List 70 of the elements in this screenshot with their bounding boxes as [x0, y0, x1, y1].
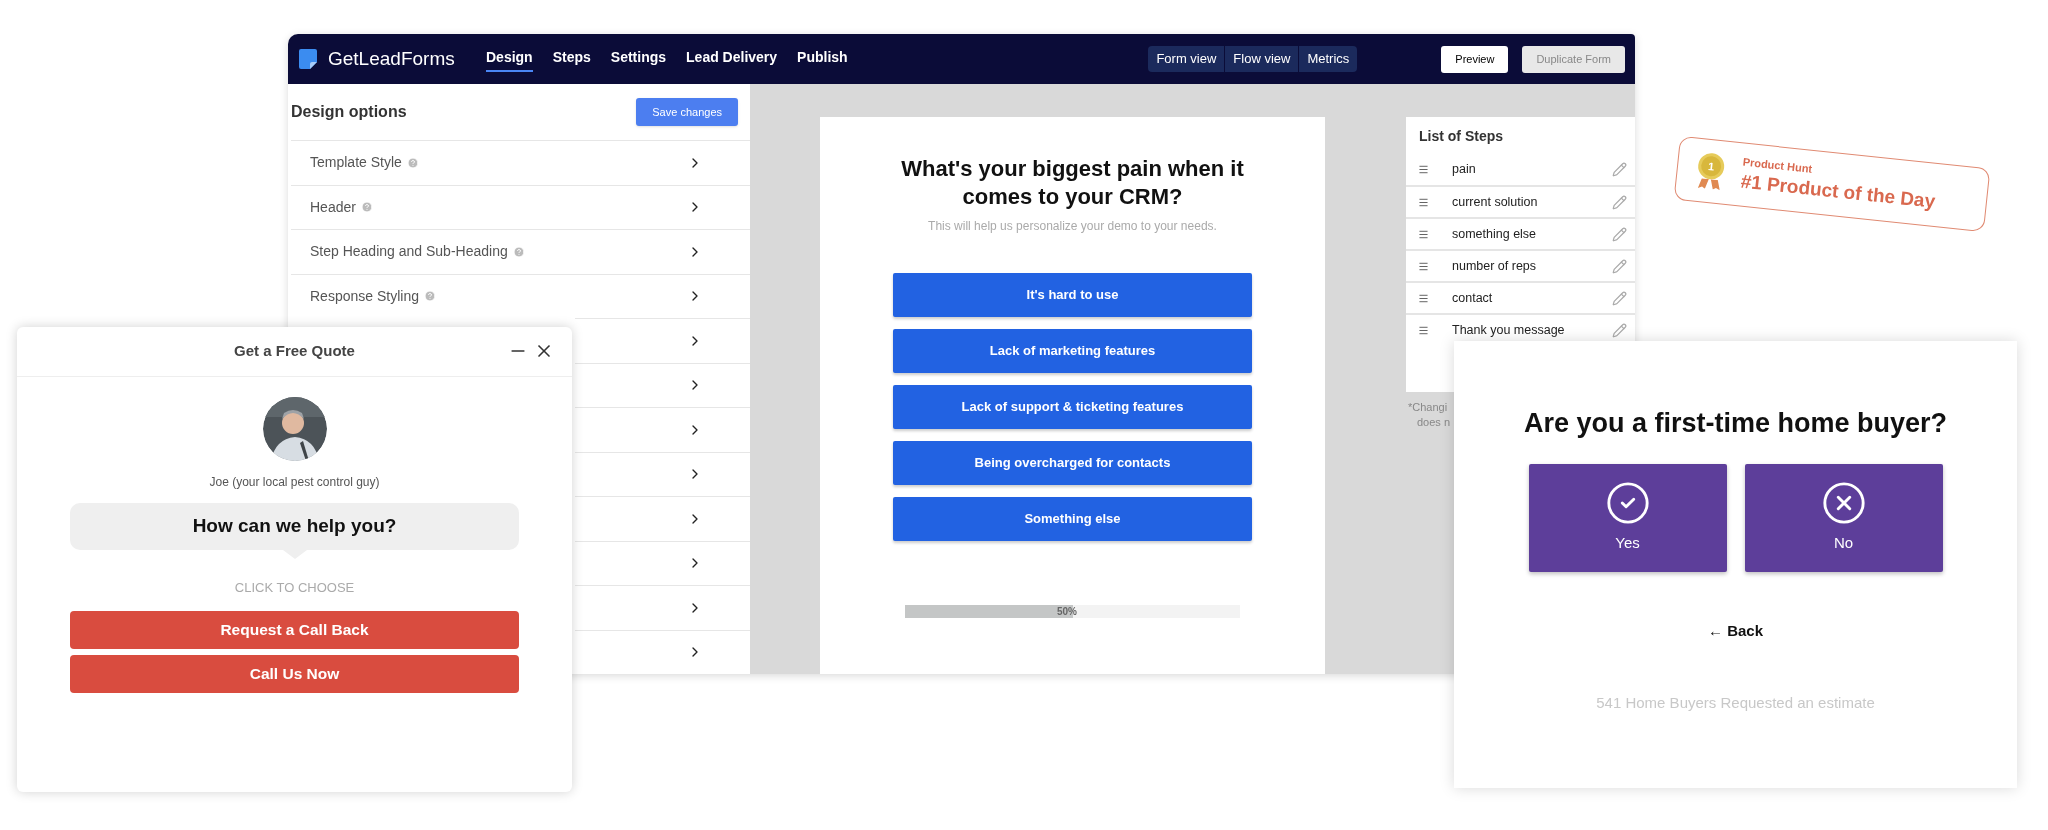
- choice-button[interactable]: No: [1744, 463, 1943, 572]
- panel-title: Design options: [291, 102, 407, 122]
- step-name: something else: [1452, 225, 1537, 243]
- option-label: Header: [310, 197, 356, 217]
- answer-button[interactable]: Lack of marketing features: [893, 329, 1252, 373]
- option-row[interactable]: Template Style: [291, 140, 750, 185]
- answer-button[interactable]: Being overcharged for contacts: [893, 441, 1252, 485]
- agent-name: Joe (your local pest control guy): [209, 474, 380, 491]
- pencil-icon[interactable]: [1612, 258, 1627, 274]
- option-label: Response Styling: [310, 286, 419, 306]
- step-name: current solution: [1452, 193, 1538, 211]
- choose-prompt: CLICK TO CHOOSE: [234, 579, 355, 597]
- widget-title: Get a Free Quote: [234, 341, 355, 362]
- nav-tab[interactable]: Publish: [797, 46, 848, 72]
- pencil-icon[interactable]: [1612, 226, 1627, 242]
- drag-handle-icon[interactable]: [1418, 228, 1429, 240]
- step-name: number of reps: [1452, 257, 1537, 275]
- answer-button[interactable]: Something else: [893, 497, 1252, 541]
- steps-title: List of Steps: [1418, 127, 1504, 146]
- step-row[interactable]: current solution: [1406, 185, 1635, 217]
- action-button[interactable]: Request a Call Back: [70, 610, 519, 649]
- pencil-icon[interactable]: [1612, 194, 1627, 210]
- view-tab[interactable]: Form view: [1148, 46, 1225, 72]
- option-label: Step Heading and Sub-Heading: [310, 242, 508, 262]
- drag-handle-icon[interactable]: [1418, 163, 1429, 175]
- form-subtitle: This will help us personalize your demo to your needs.: [928, 218, 1217, 235]
- step-row[interactable]: pain: [1406, 153, 1635, 185]
- answer-button[interactable]: Lack of support & ticketing features: [893, 385, 1252, 429]
- pencil-icon[interactable]: [1612, 322, 1627, 338]
- view-tab[interactable]: Metrics: [1298, 46, 1358, 72]
- back-link[interactable]: ← Back: [1708, 619, 1763, 642]
- check-circle-icon: [1604, 480, 1651, 527]
- x-circle-icon: [1820, 480, 1867, 527]
- preview-button[interactable]: Preview: [1441, 45, 1509, 73]
- drag-handle-icon[interactable]: [1418, 324, 1429, 336]
- choice-button[interactable]: Yes: [1528, 463, 1727, 572]
- logo-icon: [298, 48, 318, 70]
- option-row[interactable]: Response Styling: [291, 273, 750, 318]
- footnote-text: *Changi: [1408, 400, 1448, 415]
- answer-button[interactable]: It's hard to use: [893, 273, 1252, 317]
- medal: 1: [1696, 152, 1726, 181]
- step-row[interactable]: something else: [1406, 217, 1635, 249]
- question-title: Are you a first-time home buyer?: [1523, 407, 1948, 440]
- step-row[interactable]: number of reps: [1406, 249, 1635, 281]
- drag-handle-icon[interactable]: [1418, 292, 1429, 304]
- bubble-question: How can we help you?: [192, 514, 397, 539]
- progress-label: 50%: [1057, 605, 1077, 618]
- nav-tab[interactable]: Steps: [552, 46, 591, 72]
- badge-kicker: Product Hunt: [1742, 155, 1814, 176]
- option-row[interactable]: Header: [291, 184, 750, 229]
- view-tab[interactable]: Flow view: [1224, 46, 1299, 72]
- nav-tab[interactable]: Settings: [610, 46, 667, 72]
- step-name: pain: [1452, 160, 1476, 178]
- step-name: contact: [1452, 289, 1493, 307]
- drag-handle-icon[interactable]: [1418, 260, 1429, 272]
- nav-tab[interactable]: Design: [486, 46, 533, 72]
- step-row[interactable]: contact: [1406, 281, 1635, 313]
- drag-handle-icon[interactable]: [1418, 196, 1429, 208]
- save-changes-button[interactable]: Save changes: [636, 98, 738, 126]
- step-name: Thank you message: [1452, 321, 1565, 339]
- footnote-text: does n: [1416, 415, 1451, 430]
- form-title: What's your biggest pain when it comes to your CRM?: [900, 155, 1245, 211]
- option-row[interactable]: Step Heading and Sub-Heading: [291, 229, 750, 274]
- brand-name: GetLeadForms: [328, 46, 456, 71]
- pencil-icon[interactable]: [1612, 290, 1627, 306]
- option-label: Template Style: [310, 153, 402, 173]
- ribbon-icon: [1697, 178, 1721, 191]
- pencil-icon[interactable]: [1612, 161, 1627, 177]
- nav-tab[interactable]: Lead Delivery: [686, 46, 778, 72]
- action-button[interactable]: Call Us Now: [70, 654, 519, 693]
